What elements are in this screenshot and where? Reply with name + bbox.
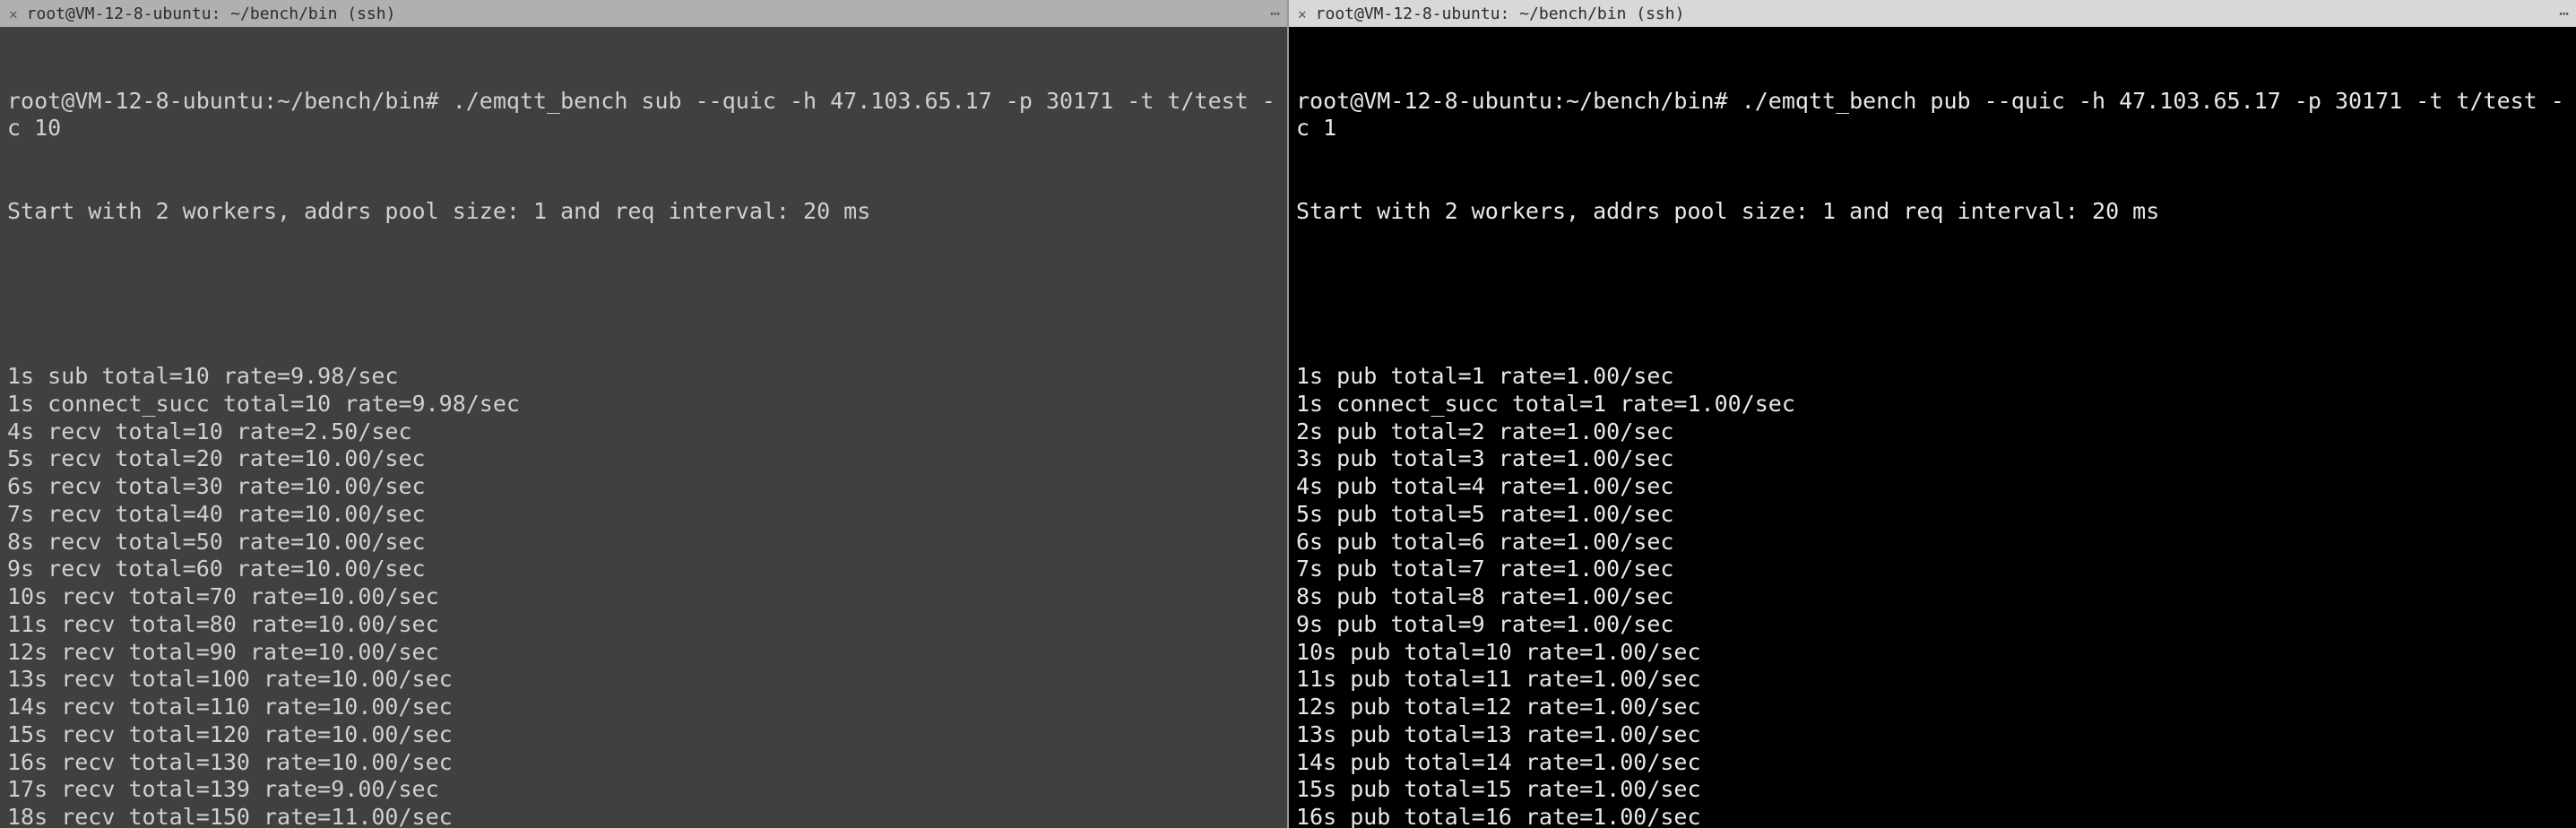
tab-left-group: ✕ root@VM-12-8-ubuntu: ~/bench/bin (ssh)	[9, 4, 395, 23]
output-line: 7s recv total=40 rate=10.00/sec	[7, 501, 1280, 529]
output-line: 10s recv total=70 rate=10.00/sec	[7, 583, 1280, 611]
more-icon[interactable]: ⋯	[2559, 4, 2567, 23]
start-line-left: Start with 2 workers, addrs pool size: 1…	[7, 198, 1280, 226]
output-line: 16s pub total=16 rate=1.00/sec	[1296, 804, 2569, 828]
terminal-pane-right[interactable]: ✕ root@VM-12-8-ubuntu: ~/bench/bin (ssh)…	[1289, 0, 2576, 828]
output-line: 6s recv total=30 rate=10.00/sec	[7, 473, 1280, 501]
output-line: 12s recv total=90 rate=10.00/sec	[7, 639, 1280, 667]
output-line: 11s recv total=80 rate=10.00/sec	[7, 611, 1280, 639]
output-line: 7s pub total=7 rate=1.00/sec	[1296, 556, 2569, 583]
tab-title-right: root@VM-12-8-ubuntu: ~/bench/bin (ssh)	[1316, 4, 1685, 23]
output-line: 15s recv total=120 rate=10.00/sec	[7, 721, 1280, 749]
output-line: 10s pub total=10 rate=1.00/sec	[1296, 639, 2569, 667]
output-line: 1s sub total=10 rate=9.98/sec	[7, 363, 1280, 391]
prompt-right: root@VM-12-8-ubuntu:~/bench/bin#	[1296, 88, 1742, 114]
output-line: 1s pub total=1 rate=1.00/sec	[1296, 363, 2569, 391]
output-line: 4s recv total=10 rate=2.50/sec	[7, 418, 1280, 446]
output-line: 18s recv total=150 rate=11.00/sec	[7, 804, 1280, 828]
output-line: 15s pub total=15 rate=1.00/sec	[1296, 776, 2569, 804]
tab-title-left: root@VM-12-8-ubuntu: ~/bench/bin (ssh)	[27, 4, 396, 23]
output-line: 5s recv total=20 rate=10.00/sec	[7, 445, 1280, 473]
close-icon[interactable]: ✕	[9, 5, 18, 22]
prompt-left: root@VM-12-8-ubuntu:~/bench/bin#	[7, 88, 453, 114]
terminal-content-left[interactable]: root@VM-12-8-ubuntu:~/bench/bin# ./emqtt…	[0, 27, 1287, 828]
close-icon[interactable]: ✕	[1298, 5, 1307, 22]
output-line: 6s pub total=6 rate=1.00/sec	[1296, 529, 2569, 556]
output-line: 16s recv total=130 rate=10.00/sec	[7, 749, 1280, 777]
start-line-right: Start with 2 workers, addrs pool size: 1…	[1296, 198, 2569, 226]
output-left: 1s sub total=10 rate=9.98/sec1s connect_…	[7, 363, 1280, 828]
output-line: 9s pub total=9 rate=1.00/sec	[1296, 611, 2569, 639]
tab-left-group: ✕ root@VM-12-8-ubuntu: ~/bench/bin (ssh)	[1298, 4, 1684, 23]
output-line: 14s pub total=14 rate=1.00/sec	[1296, 749, 2569, 777]
blank-line	[1296, 280, 2569, 308]
output-line: 13s recv total=100 rate=10.00/sec	[7, 666, 1280, 694]
output-line: 3s pub total=3 rate=1.00/sec	[1296, 445, 2569, 473]
output-line: 9s recv total=60 rate=10.00/sec	[7, 556, 1280, 583]
output-line: 12s pub total=12 rate=1.00/sec	[1296, 694, 2569, 721]
output-line: 13s pub total=13 rate=1.00/sec	[1296, 721, 2569, 749]
output-line: 1s connect_succ total=10 rate=9.98/sec	[7, 391, 1280, 418]
output-line: 14s recv total=110 rate=10.00/sec	[7, 694, 1280, 721]
command-line-left: root@VM-12-8-ubuntu:~/bench/bin# ./emqtt…	[7, 88, 1280, 143]
output-line: 2s pub total=2 rate=1.00/sec	[1296, 418, 2569, 446]
more-icon[interactable]: ⋯	[1270, 4, 1278, 23]
output-line: 8s recv total=50 rate=10.00/sec	[7, 529, 1280, 556]
output-line: 1s connect_succ total=1 rate=1.00/sec	[1296, 391, 2569, 418]
tab-bar-right: ✕ root@VM-12-8-ubuntu: ~/bench/bin (ssh)…	[1289, 0, 2576, 27]
output-line: 11s pub total=11 rate=1.00/sec	[1296, 666, 2569, 694]
blank-line	[7, 280, 1280, 308]
terminal-content-right[interactable]: root@VM-12-8-ubuntu:~/bench/bin# ./emqtt…	[1289, 27, 2576, 828]
output-line: 8s pub total=8 rate=1.00/sec	[1296, 583, 2569, 611]
output-right: 1s pub total=1 rate=1.00/sec1s connect_s…	[1296, 363, 2569, 828]
terminal-pane-left[interactable]: ✕ root@VM-12-8-ubuntu: ~/bench/bin (ssh)…	[0, 0, 1287, 828]
output-line: 17s recv total=139 rate=9.00/sec	[7, 776, 1280, 804]
tab-bar-left: ✕ root@VM-12-8-ubuntu: ~/bench/bin (ssh)…	[0, 0, 1287, 27]
output-line: 4s pub total=4 rate=1.00/sec	[1296, 473, 2569, 501]
output-line: 5s pub total=5 rate=1.00/sec	[1296, 501, 2569, 529]
command-line-right: root@VM-12-8-ubuntu:~/bench/bin# ./emqtt…	[1296, 88, 2569, 143]
